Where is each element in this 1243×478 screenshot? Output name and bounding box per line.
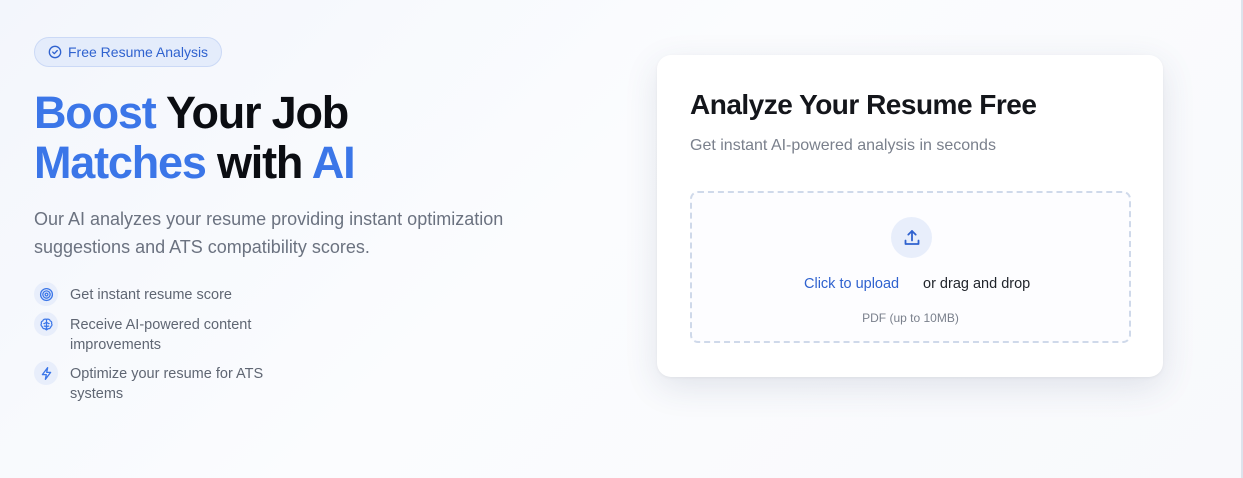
- check-circle-icon: [48, 45, 62, 59]
- feature-line-1: Receive AI-powered content: [70, 317, 252, 333]
- upload-icon: [904, 229, 919, 245]
- feature-item-resume-score: Get instant resume score: [34, 282, 294, 306]
- headline-word-with: with: [205, 137, 312, 188]
- feature-line-2: improvements: [70, 337, 162, 353]
- feature-item-content-improvements: Receive AI-powered content improvements: [34, 312, 294, 355]
- headline-word-ai: AI: [311, 137, 356, 188]
- feature-text: Optimize your resume for ATS systems: [70, 361, 263, 404]
- hero-description-line-2: suggestions and ATS compatibility scores…: [34, 237, 370, 257]
- feature-line-2: systems: [70, 386, 124, 402]
- resume-dropzone[interactable]: Click to upload or drag and drop PDF (up…: [690, 191, 1131, 343]
- hero-section: Free Resume Analysis Boost Your Job Matc…: [0, 0, 1243, 478]
- headline-word-matches: Matches: [34, 137, 207, 188]
- hero-description-line-1: Our AI analyzes your resume providing in…: [34, 209, 504, 229]
- lightning-icon: [34, 361, 58, 385]
- upload-icon-wrapper[interactable]: [891, 217, 932, 258]
- analyze-resume-card: Analyze Your Resume Free Get instant AI-…: [657, 55, 1163, 377]
- headline-word-your-job: Your Job: [155, 87, 349, 138]
- page-headline: Boost Your Job Matches with AI: [34, 87, 356, 188]
- feature-text: Receive AI-powered content improvements: [70, 312, 251, 355]
- free-analysis-badge: Free Resume Analysis: [34, 37, 223, 67]
- file-type-hint: PDF (up to 10MB): [862, 311, 959, 325]
- drag-and-drop-text: or drag and drop: [923, 276, 1031, 292]
- feature-item-ats-optimization: Optimize your resume for ATS systems: [34, 361, 294, 404]
- click-to-upload-link[interactable]: Click to upload: [804, 276, 899, 292]
- feature-line-1: Get instant resume score: [70, 287, 232, 303]
- headline-word-boost: Boost: [34, 87, 157, 138]
- card-title: Analyze Your Resume Free: [690, 89, 1037, 120]
- brain-icon: [34, 312, 58, 336]
- card-subtitle: Get instant AI-powered analysis in secon…: [690, 137, 996, 154]
- hero-description: Our AI analyzes your resume providing in…: [34, 205, 534, 261]
- feature-line-1: Optimize your resume for ATS: [70, 366, 264, 382]
- target-icon: [34, 282, 58, 306]
- badge-label: Free Resume Analysis: [68, 44, 209, 60]
- feature-text: Get instant resume score: [70, 282, 232, 305]
